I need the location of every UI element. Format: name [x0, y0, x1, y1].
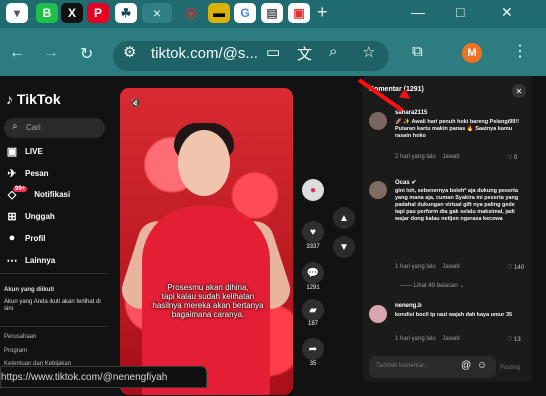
comment-like[interactable]: ♡ 0: [507, 154, 517, 161]
sidebar-item-notifications[interactable]: ◇ 99+ Notifikasi: [6, 185, 70, 201]
search-placeholder: Cari: [26, 123, 41, 132]
comment-input[interactable]: Tambah komentar... @ ☺: [369, 356, 496, 378]
mention-icon[interactable]: @: [461, 360, 471, 371]
tab-google[interactable]: G: [234, 3, 256, 23]
bookmark-star-icon[interactable]: ☆: [362, 43, 375, 61]
close-window-icon[interactable]: ✕: [501, 4, 513, 21]
minimize-icon[interactable]: —: [411, 4, 425, 20]
translate-icon[interactable]: 文: [297, 43, 312, 64]
sidebar-divider-2: [0, 326, 108, 327]
tab-emblem[interactable]: ☘: [115, 3, 137, 23]
save-count: 187: [307, 321, 318, 327]
comment-text: 🚀 ✨ Awali hari penuh hoki bareng Pelangi…: [395, 119, 520, 139]
comment-text: kondisi bocil tp raut wajah dah kaya umu…: [395, 312, 513, 318]
comment-text: gini loh, sebenernya bolehº aja dukung p…: [395, 188, 519, 222]
scroll-down-icon[interactable]: ▼: [333, 236, 355, 258]
comment-count: 1291: [306, 285, 320, 291]
comment-time: 1 hari yang lalu Jawab: [395, 336, 460, 342]
profile-avatar[interactable]: M: [462, 43, 482, 63]
maximize-icon[interactable]: □: [456, 4, 464, 20]
reply-link[interactable]: Jawab: [442, 154, 459, 160]
live-icon: ▣: [6, 146, 18, 158]
profile-icon: ●: [8, 232, 16, 244]
tiktok-logo[interactable]: ♪ TikTok: [6, 91, 61, 107]
sidebar-item-profile[interactable]: ● Profil: [6, 232, 46, 244]
sidebar: ♪ TikTok ⌕ Cari ▣ LIVE ✈ Pesan ◇ 99+ Notifik…: [0, 76, 108, 396]
video-player[interactable]: [120, 88, 293, 395]
tab-active[interactable]: ×: [142, 3, 172, 23]
comment-placeholder: Tambah komentar...: [376, 363, 429, 369]
comment-avatar[interactable]: [369, 305, 387, 323]
share-count: 35: [309, 361, 317, 367]
send-icon: ✈: [7, 168, 17, 180]
share-icon[interactable]: ➦: [302, 338, 324, 360]
tab-maps[interactable]: ⦿: [180, 3, 202, 23]
post-button[interactable]: Posting: [500, 365, 520, 371]
comment-user[interactable]: Ocas ✔: [395, 179, 416, 186]
comment-avatar[interactable]: [369, 112, 387, 130]
reply-link[interactable]: Jawab: [442, 264, 459, 270]
like-count: 3337: [306, 244, 320, 250]
tiktok-note-icon: ♪: [6, 91, 13, 107]
browser-toolbar: ← → ↻ ⚙ tiktok.com/@s... ▭ 文 ⌕ ☆ ⧉ M ⋮: [0, 28, 546, 76]
comment-user[interactable]: neneng.b: [395, 303, 422, 309]
comment-icon[interactable]: 💬: [302, 262, 324, 284]
sidebar-item-live[interactable]: ▣ LIVE: [6, 145, 43, 158]
close-comments-icon[interactable]: ✕: [512, 84, 526, 98]
status-bar-url: https://www.tiktok.com/@nenengfiyah: [0, 366, 207, 388]
video-caption: Prosesmu akan dihina, tapi kalau sudah k…: [152, 283, 264, 319]
comment-like[interactable]: ♡ 13: [507, 336, 521, 343]
cast-icon[interactable]: ▭: [266, 43, 280, 61]
following-description: Akun yang Anda ikuti akan terlihat di si…: [4, 299, 101, 312]
upload-icon: ⊞: [7, 211, 17, 223]
extensions-icon[interactable]: ⧉: [412, 43, 423, 60]
forward-icon[interactable]: →: [43, 44, 59, 62]
search-icon: ⌕: [12, 121, 18, 132]
scroll-up-icon[interactable]: ▲: [333, 207, 355, 229]
save-icon[interactable]: ▰: [302, 299, 324, 321]
tab-generic[interactable]: ▣: [288, 3, 310, 23]
tiktok-page: ♪ TikTok ⌕ Cari ▣ LIVE ✈ Pesan ◇ 99+ Notifik…: [0, 76, 546, 396]
tab-pinterest[interactable]: P: [87, 3, 109, 23]
notification-badge: 99+: [13, 185, 28, 192]
sidebar-item-more[interactable]: ⋯ Lainnya: [6, 254, 56, 267]
back-icon[interactable]: ←: [9, 44, 25, 62]
more-icon: ⋯: [6, 255, 18, 267]
footer-program[interactable]: Program: [4, 348, 27, 354]
site-settings-icon[interactable]: ⚙: [123, 43, 136, 61]
comment-time: 1 hari yang lalu Jawab: [395, 264, 460, 270]
search-field[interactable]: ⌕ Cari: [4, 118, 105, 138]
sidebar-item-upload[interactable]: ⊞ Unggah: [6, 210, 54, 223]
tab-bold-b[interactable]: B: [36, 3, 58, 23]
comment-like[interactable]: ♡ 140: [507, 264, 524, 271]
sidebar-item-messages[interactable]: ✈ Pesan: [6, 167, 48, 180]
tab-calendar[interactable]: ▤: [261, 3, 283, 23]
emoji-icon[interactable]: ☺: [477, 360, 487, 371]
comment-avatar[interactable]: [369, 181, 387, 199]
address-url[interactable]: tiktok.com/@s...: [151, 45, 258, 62]
browser-tab-bar: ▾ B X P ☘ × ⦿ ▬ G ▤ ▣ + — □ ✕: [0, 0, 546, 28]
reply-link[interactable]: Jawab: [442, 336, 459, 342]
view-replies-link[interactable]: —— Lihat 49 balasan ⌄: [400, 282, 464, 289]
tab-overflow[interactable]: ▾: [6, 3, 28, 23]
creator-avatar[interactable]: ●: [302, 179, 324, 201]
zoom-icon[interactable]: ⌕: [329, 43, 337, 60]
tab-yellow-page[interactable]: ▬: [208, 3, 230, 23]
comments-panel: Komentar (1291) ✕ sahara2115 🚀 ✨ Awali h…: [362, 76, 532, 382]
tab-close-icon[interactable]: ×: [153, 5, 161, 21]
tab-x[interactable]: X: [61, 3, 83, 23]
comment-time: 2 hari yang lalu Jawab: [395, 154, 460, 160]
sidebar-divider: [0, 273, 108, 274]
new-tab-icon[interactable]: +: [317, 2, 328, 23]
footer-company[interactable]: Perusahaan: [4, 334, 36, 340]
person-face: [178, 130, 230, 196]
reload-icon[interactable]: ↻: [80, 44, 93, 64]
like-icon[interactable]: ♥: [302, 221, 324, 243]
mute-icon[interactable]: 🔇: [130, 98, 141, 109]
following-title: Akun yang diikuti: [4, 287, 55, 293]
browser-menu-icon[interactable]: ⋮: [512, 41, 528, 61]
